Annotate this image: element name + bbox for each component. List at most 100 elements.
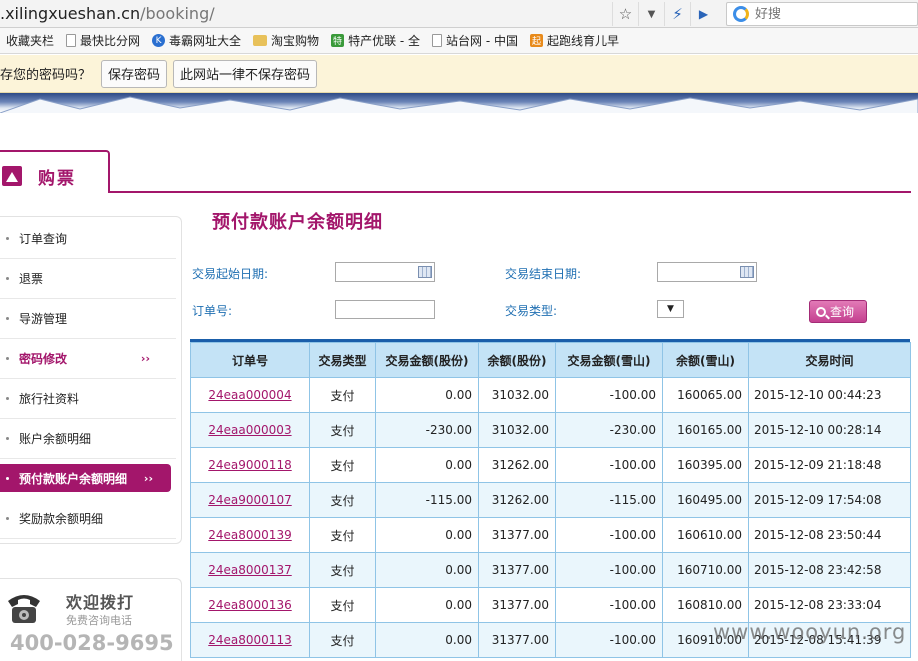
amount-shares-cell: 0.00 (375, 517, 479, 553)
sidebar-item-label: 账户余额明细 (19, 432, 92, 446)
sidebar-item-prepaid-balance[interactable]: 预付款账户余额明细 ›› (0, 464, 171, 492)
calendar-icon[interactable] (418, 266, 432, 278)
amount-shares-cell: -230.00 (375, 412, 479, 448)
bookmark-label: 淘宝购物 (271, 34, 320, 48)
order-link[interactable]: 24eaa000004 (208, 388, 291, 402)
table-header-row: 订单号 交易类型 交易金额(股份) 余额(股份) 交易金额(雪山) 余额(雪山)… (190, 342, 911, 378)
order-link[interactable]: 24ea9000107 (208, 493, 291, 507)
play-icon[interactable]: ▶ (690, 2, 716, 26)
bookmark-qipaoxian[interactable]: 起起跑线育儿早 (524, 32, 625, 49)
sidebar-item-agency-info[interactable]: 旅行社资料 (0, 379, 176, 419)
col-balance-xueshan: 余额(雪山) (662, 342, 749, 378)
bookmark-taobao[interactable]: 淘宝购物 (247, 32, 325, 49)
sidebar-item-label: 旅行社资料 (19, 392, 80, 406)
save-password-button[interactable]: 保存密码 (101, 59, 168, 88)
order-link[interactable]: 24ea8000137 (208, 563, 291, 577)
query-button-label: 查询 (830, 305, 855, 319)
bookmark-label: 毒霸网址大全 (169, 34, 242, 48)
bullet-icon (6, 397, 9, 400)
order-no-input[interactable] (335, 300, 435, 319)
type-cell: 支付 (309, 622, 376, 658)
balance-shares-cell: 31032.00 (478, 377, 556, 413)
double-chevron-icon: ›› (140, 352, 150, 365)
folder-icon (253, 35, 268, 46)
sidebar-item-label: 密码修改 (19, 352, 68, 366)
sidebar-item-guide-management[interactable]: 导游管理 (0, 299, 176, 339)
table-row: 24ea9000118 支付 0.00 31262.00 -100.00 160… (190, 447, 911, 483)
bookmark-techan[interactable]: 特特产优联 - 全 (325, 32, 426, 49)
table-row: 24eaa000003 支付 -230.00 31032.00 -230.00 … (190, 412, 911, 448)
sidebar-item-order-query[interactable]: 订单查询 (0, 219, 176, 259)
balance-xueshan-cell: 160395.00 (662, 447, 749, 483)
amount-xueshan-cell: -100.00 (555, 587, 663, 623)
bullet-icon (6, 437, 9, 440)
url-path: /booking/ (140, 4, 215, 23)
qipaoxian-logo-icon: 起 (530, 34, 543, 47)
search-icon (816, 306, 826, 317)
query-button[interactable]: 查询 (809, 300, 867, 323)
hotline-subtitle: 免费咨询电话 (66, 614, 132, 627)
balance-shares-cell: 31377.00 (478, 622, 556, 658)
order-link[interactable]: 24ea8000136 (208, 598, 291, 612)
order-link[interactable]: 24eaa000003 (208, 423, 291, 437)
bullet-icon (6, 517, 9, 520)
lightning-icon[interactable]: ⚡ (664, 2, 690, 26)
type-cell: 支付 (309, 587, 376, 623)
transaction-type-select[interactable]: ▼ (657, 300, 684, 318)
amount-shares-cell: 0.00 (375, 377, 479, 413)
balance-shares-cell: 31262.00 (478, 447, 556, 483)
hotline-title: 欢迎拨打 (66, 593, 135, 612)
end-date-input[interactable] (657, 262, 757, 282)
sidebar-item-label: 奖励款余额明细 (19, 512, 104, 526)
balance-shares-cell: 31262.00 (478, 482, 556, 518)
time-cell: 2015-12-10 00:28:14 (748, 412, 911, 448)
bookmark-favorites[interactable]: 收藏夹栏 (0, 32, 60, 49)
bullet-icon (6, 237, 9, 240)
order-no-cell: 24ea8000113 (190, 622, 310, 658)
search-input[interactable] (755, 5, 905, 23)
bookmark-zuikuai[interactable]: 最快比分网 (60, 32, 146, 49)
time-cell: 2015-12-08 23:33:04 (748, 587, 911, 623)
never-save-password-button[interactable]: 此网站一律不保存密码 (173, 59, 318, 88)
order-link[interactable]: 24ea8000139 (208, 528, 291, 542)
type-cell: 支付 (309, 412, 376, 448)
order-link[interactable]: 24ea8000113 (208, 633, 291, 647)
sidebar-item-change-password[interactable]: 密码修改 ›› (0, 339, 176, 379)
bookmark-zhantai[interactable]: 站台网 - 中国 (426, 32, 524, 49)
bullet-icon (6, 357, 9, 360)
type-cell: 支付 (309, 517, 376, 553)
time-cell: 2015-12-08 23:50:44 (748, 517, 911, 553)
sidebar-item-refund[interactable]: 退票 (0, 259, 176, 299)
amount-xueshan-cell: -230.00 (555, 412, 663, 448)
order-no-cell: 24eaa000004 (190, 377, 310, 413)
balance-table: 订单号 交易类型 交易金额(股份) 余额(股份) 交易金额(雪山) 余额(雪山)… (190, 342, 911, 658)
page-title: 预付款账户余额明细 (212, 212, 383, 233)
sidebar-item-label: 导游管理 (19, 312, 68, 326)
start-date-input[interactable] (335, 262, 435, 282)
chevron-down-icon[interactable]: ▼ (638, 2, 664, 26)
balance-shares-cell: 31377.00 (478, 517, 556, 553)
balance-xueshan-cell: 160610.00 (662, 517, 749, 553)
bullet-icon (6, 317, 9, 320)
balance-xueshan-cell: 160065.00 (662, 377, 749, 413)
calendar-icon[interactable] (740, 266, 754, 278)
url-text[interactable]: .xilingxueshan.cn/booking/ (0, 4, 215, 23)
balance-xueshan-cell: 160165.00 (662, 412, 749, 448)
search-box[interactable] (726, 2, 918, 26)
end-date-label: 交易结束日期: (505, 267, 582, 281)
sidebar-item-label: 预付款账户余额明细 (19, 471, 128, 486)
table-row: 24ea8000137 支付 0.00 31377.00 -100.00 160… (190, 552, 911, 588)
search-engine-icon (733, 6, 749, 22)
balance-shares-cell: 31032.00 (478, 412, 556, 448)
tab-ticketing[interactable]: 购票 (0, 150, 110, 193)
amount-xueshan-cell: -100.00 (555, 622, 663, 658)
order-link[interactable]: 24ea9000118 (208, 458, 291, 472)
sidebar-item-account-balance[interactable]: 账户余额明细 (0, 419, 176, 459)
address-bar[interactable]: .xilingxueshan.cn/booking/ ☆ ▼ ⚡ ▶ (0, 0, 918, 28)
bookmark-duba[interactable]: K 毒霸网址大全 (146, 32, 247, 49)
col-balance-shares: 余额(股份) (478, 342, 556, 378)
star-icon[interactable]: ☆ (612, 2, 638, 26)
amount-xueshan-cell: -100.00 (555, 377, 663, 413)
sidebar-item-reward-balance[interactable]: 奖励款余额明细 (0, 499, 176, 539)
telephone-icon (8, 595, 40, 623)
